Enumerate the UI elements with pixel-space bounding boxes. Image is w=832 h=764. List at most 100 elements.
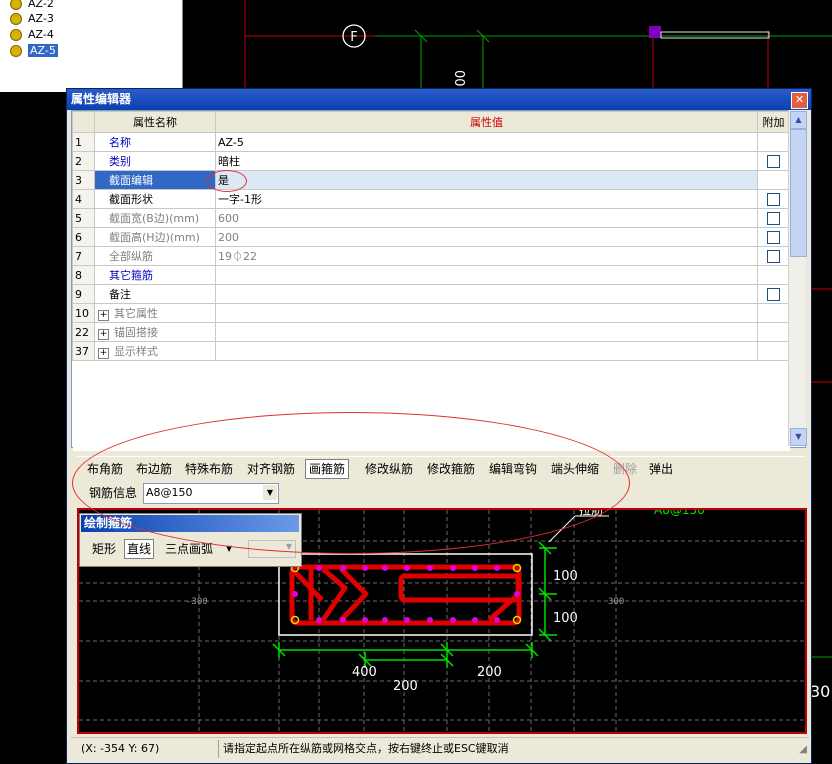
row-number: 10 xyxy=(72,303,95,323)
property-name[interactable]: + 显示样式 xyxy=(94,341,216,361)
extra-checkbox[interactable] xyxy=(767,211,780,225)
extra-checkbox[interactable] xyxy=(767,154,780,168)
resize-grip-icon[interactable]: ◢ xyxy=(799,744,807,755)
property-name[interactable]: 全部纵筋 xyxy=(94,246,216,266)
table-row[interactable]: 37 + 显示样式 xyxy=(72,341,790,361)
table-row[interactable]: 22 + 锚固搭接 xyxy=(72,322,790,342)
grid-scrollbar[interactable]: ▲ ▼ xyxy=(788,110,807,446)
property-name-label: 类别 xyxy=(109,155,131,168)
close-icon: ✕ xyxy=(794,93,805,106)
property-extra xyxy=(757,303,790,323)
property-table: 属性名称 属性值 附加 1 名称 AZ-5 2 类别 暗柱 3 截面编辑 是 4 截面形状 一字-1形… xyxy=(72,111,790,451)
tree-item-az2[interactable]: AZ-2 xyxy=(10,0,54,11)
row-number: 4 xyxy=(72,189,95,209)
row-number: 37 xyxy=(72,341,95,361)
property-name-label: 其它箍筋 xyxy=(109,269,153,282)
property-value[interactable]: 200 xyxy=(215,227,758,247)
property-value[interactable] xyxy=(215,341,758,361)
extra-checkbox[interactable] xyxy=(767,192,780,206)
property-extra xyxy=(757,322,790,342)
row-number: 6 xyxy=(72,227,95,247)
grid-label-right: 300 xyxy=(608,597,624,607)
component-icon xyxy=(10,0,22,10)
expand-plus-icon[interactable]: + xyxy=(98,329,109,340)
tree-item-az4[interactable]: AZ-4 xyxy=(10,27,54,42)
status-message: 请指定起点所在纵筋或网格交点，按右键终止或ESC键取消 xyxy=(223,742,509,755)
property-value[interactable]: 是 xyxy=(215,170,758,190)
dim-right-bottom: 100 xyxy=(553,611,578,626)
property-extra xyxy=(757,265,790,285)
dimension-lines xyxy=(272,541,557,668)
scroll-down-icon[interactable]: ▼ xyxy=(790,428,807,446)
row-number: 5 xyxy=(72,208,95,228)
property-name[interactable]: 类别 xyxy=(94,151,216,171)
tree-item-az5[interactable]: AZ-5 xyxy=(10,43,58,58)
property-extra xyxy=(757,227,790,247)
scroll-thumb[interactable] xyxy=(790,129,807,257)
table-row[interactable]: 3 截面编辑 是 xyxy=(72,170,790,190)
status-bar: (X: -354 Y: 67) 请指定起点所在纵筋或网格交点，按右键终止或ESC… xyxy=(71,737,809,760)
scroll-up-icon[interactable]: ▲ xyxy=(790,111,807,129)
property-value[interactable] xyxy=(215,265,758,285)
property-value[interactable] xyxy=(215,303,758,323)
btn-line[interactable]: 直线 xyxy=(124,539,155,559)
property-value[interactable]: AZ-5 xyxy=(215,132,758,152)
empty-row xyxy=(72,397,790,415)
property-name[interactable]: 截面高(H边)(mm) xyxy=(94,227,216,247)
table-row[interactable]: 1 名称 AZ-5 xyxy=(72,132,790,152)
row-number: 2 xyxy=(72,151,95,171)
property-value[interactable]: 一字-1形 xyxy=(215,189,758,209)
cad-dimension-text: 00 xyxy=(451,70,466,87)
cad-canvas-background[interactable]: F 00 xyxy=(183,0,832,92)
property-name[interactable]: 其它箍筋 xyxy=(94,265,216,285)
component-icon xyxy=(10,29,22,41)
expand-plus-icon[interactable]: + xyxy=(98,310,109,321)
table-row[interactable]: 2 类别 暗柱 xyxy=(72,151,790,171)
empty-row xyxy=(72,360,790,379)
table-row[interactable]: 9 备注 xyxy=(72,284,790,304)
table-row[interactable]: 4 截面形状 一字-1形 xyxy=(72,189,790,209)
property-value[interactable]: 19⏀22 xyxy=(215,246,758,266)
table-row[interactable]: 6 截面高(H边)(mm) 200 xyxy=(72,227,790,247)
col-header-extra[interactable]: 附加 xyxy=(757,111,790,133)
property-name-label: 名称 xyxy=(109,136,131,149)
btn-rectangle[interactable]: 矩形 xyxy=(92,540,116,558)
col-header-name[interactable]: 属性名称 xyxy=(94,111,216,133)
property-value[interactable]: 600 xyxy=(215,208,758,228)
property-name-label: 显示样式 xyxy=(114,345,158,358)
property-name[interactable]: 截面宽(B边)(mm) xyxy=(94,208,216,228)
property-name-label: 锚固搭接 xyxy=(114,326,158,339)
property-name[interactable]: + 其它属性 xyxy=(94,303,216,323)
status-divider xyxy=(218,740,219,758)
empty-row xyxy=(72,379,790,397)
property-name[interactable]: 截面形状 xyxy=(94,189,216,209)
table-row[interactable]: 5 截面宽(B边)(mm) 600 xyxy=(72,208,790,228)
row-number: 7 xyxy=(72,246,95,266)
property-name[interactable]: 截面编辑 xyxy=(94,170,216,190)
property-value[interactable]: 暗柱 xyxy=(215,151,758,171)
table-row[interactable]: 8 其它箍筋 xyxy=(72,265,790,285)
expand-plus-icon[interactable]: + xyxy=(98,348,109,359)
btn-popup[interactable]: 弹出 xyxy=(649,460,673,478)
property-name[interactable]: + 锚固搭接 xyxy=(94,322,216,342)
extra-checkbox[interactable] xyxy=(767,230,780,244)
property-extra xyxy=(757,284,790,304)
tree-item-az3[interactable]: AZ-3 xyxy=(10,11,54,26)
extra-checkbox[interactable] xyxy=(767,249,780,263)
extra-checkbox[interactable] xyxy=(767,287,780,301)
property-name[interactable]: 备注 xyxy=(94,284,216,304)
table-row[interactable]: 10 + 其它属性 xyxy=(72,303,790,323)
col-header-num xyxy=(72,111,95,133)
property-value[interactable] xyxy=(215,284,758,304)
property-name-label: 截面宽(B边)(mm) xyxy=(109,212,200,225)
property-value[interactable] xyxy=(215,322,758,342)
property-name[interactable]: 名称 xyxy=(94,132,216,152)
row-number: 22 xyxy=(72,322,95,342)
annotation-ellipse-toolbar xyxy=(72,412,630,554)
dim-bottom-400: 400 xyxy=(352,665,377,680)
col-header-value[interactable]: 属性值 xyxy=(215,111,758,133)
close-button[interactable]: ✕ xyxy=(791,92,808,109)
property-extra xyxy=(757,132,790,152)
dialog-titlebar[interactable]: 属性编辑器 ✕ xyxy=(67,89,811,110)
table-row[interactable]: 7 全部纵筋 19⏀22 xyxy=(72,246,790,266)
